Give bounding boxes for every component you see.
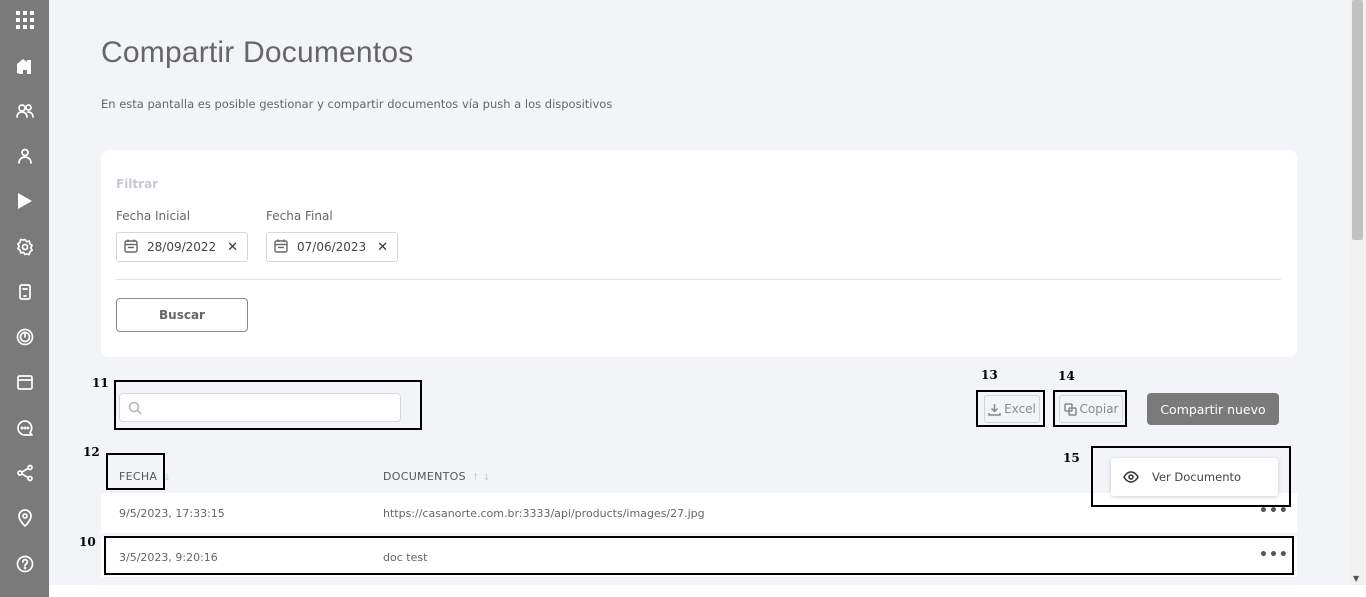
annotation-box-13 [976, 390, 1045, 427]
annotation-box-11 [114, 380, 422, 430]
horizontal-scroll-area [49, 585, 1366, 597]
calendar-icon[interactable] [0, 367, 49, 397]
end-date-field[interactable]: 07/06/2023 ✕ [266, 232, 398, 262]
help-icon[interactable] [0, 549, 49, 579]
home-icon[interactable] [0, 50, 49, 80]
start-date-field[interactable]: 28/09/2022 ✕ [116, 232, 248, 262]
scroll-down-icon[interactable]: ▼ [1353, 574, 1359, 583]
annotation-number-15: 15 [1063, 451, 1080, 465]
annotation-number-13: 13 [981, 368, 998, 382]
sidebar [0, 0, 49, 597]
clear-end-date-icon[interactable]: ✕ [377, 240, 388, 255]
start-date-label: Fecha Inicial [116, 209, 191, 223]
annotation-box-10 [104, 536, 1294, 575]
row-date: 9/5/2023, 17:33:15 [119, 507, 225, 520]
clear-start-date-icon[interactable]: ✕ [227, 240, 238, 255]
page-subtitle: En esta pantalla es posible gestionar y … [101, 97, 613, 111]
search-button[interactable]: Buscar [116, 298, 248, 332]
sort-icon: ↑ ↓ [471, 473, 491, 483]
annotation-number-11: 11 [92, 376, 109, 390]
column-header-documentos[interactable]: DOCUMENTOS ↑ ↓ [383, 470, 491, 483]
chat-icon[interactable] [0, 413, 49, 443]
grid-icon[interactable] [0, 5, 49, 35]
annotation-number-12: 12 [83, 445, 100, 459]
main-content: Compartir Documentos En esta pantalla es… [49, 0, 1349, 597]
page-title: Compartir Documentos [101, 36, 414, 69]
users-icon[interactable] [0, 96, 49, 126]
filter-card: Filtrar Fecha Inicial 28/09/2022 ✕ Fecha… [101, 150, 1297, 357]
row-document: https://casanorte.com.br:3333/api/produc… [383, 507, 705, 520]
annotation-box-15 [1091, 446, 1291, 507]
column-header-label: DOCUMENTOS [383, 470, 466, 483]
start-date-value: 28/09/2022 [147, 240, 217, 254]
share-new-button[interactable]: Compartir nuevo [1147, 393, 1279, 425]
end-date-label: Fecha Final [266, 209, 333, 223]
calendar-icon [274, 238, 288, 257]
divider [116, 279, 1281, 280]
annotation-box-14 [1053, 390, 1127, 427]
share-icon[interactable] [0, 458, 49, 488]
filter-title: Filtrar [116, 177, 159, 191]
end-date-value: 07/06/2023 [297, 240, 367, 254]
vertical-scrollbar[interactable]: ▼ [1349, 0, 1366, 585]
device-icon[interactable] [0, 277, 49, 307]
play-icon[interactable] [0, 186, 49, 216]
annotation-box-12 [106, 453, 165, 490]
location-icon[interactable] [0, 503, 49, 533]
user-icon[interactable] [0, 141, 49, 171]
target-icon[interactable] [0, 322, 49, 352]
calendar-icon [124, 238, 138, 257]
annotation-number-10: 10 [79, 535, 96, 549]
annotation-number-14: 14 [1058, 369, 1075, 383]
gear-icon[interactable] [0, 232, 49, 262]
scrollbar-thumb[interactable] [1352, 0, 1363, 240]
